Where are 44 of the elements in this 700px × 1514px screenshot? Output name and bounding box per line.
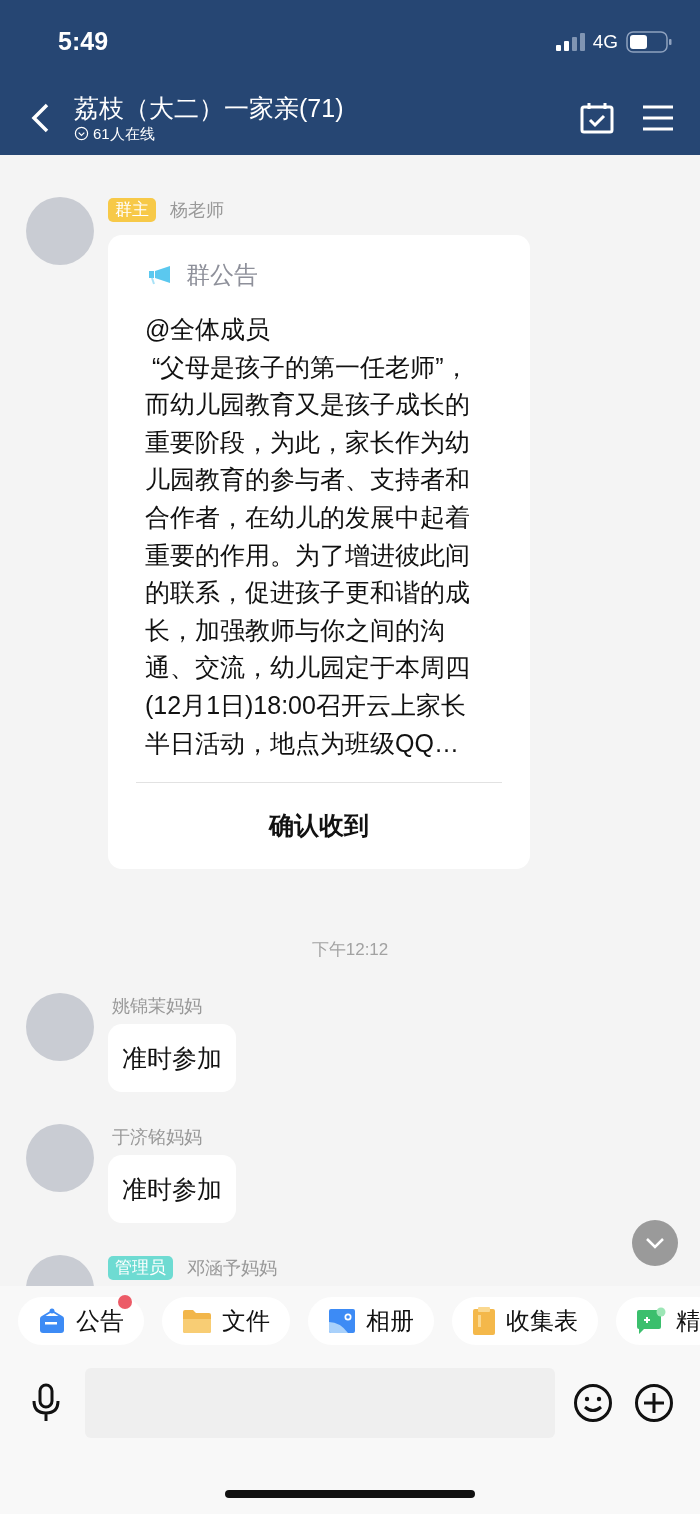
folder-icon bbox=[182, 1308, 212, 1334]
role-tag: 群主 bbox=[108, 198, 156, 222]
message-bubble: 准时参加 bbox=[108, 1023, 236, 1092]
noticeboard-icon bbox=[38, 1307, 66, 1335]
status-time: 5:49 bbox=[58, 26, 109, 58]
shortcut-chip[interactable]: 文件 bbox=[162, 1297, 290, 1345]
role-tag: 管理员 bbox=[108, 1255, 173, 1280]
clipboard-icon bbox=[472, 1306, 496, 1336]
smiley-icon bbox=[573, 1383, 613, 1423]
sparkle-chat-icon bbox=[636, 1307, 666, 1335]
back-icon bbox=[30, 101, 50, 134]
microphone-icon bbox=[30, 1383, 62, 1423]
network-label: 4G bbox=[592, 29, 618, 54]
megaphone-icon bbox=[148, 265, 172, 285]
emoji-button[interactable] bbox=[573, 1383, 613, 1423]
announcement-title: 群公告 bbox=[186, 260, 258, 290]
photo-album-icon bbox=[328, 1308, 356, 1334]
chevron-circle-icon bbox=[74, 126, 89, 141]
voice-button[interactable] bbox=[30, 1383, 62, 1423]
menu-icon bbox=[642, 104, 674, 131]
battery-icon bbox=[626, 31, 672, 53]
sender-name: 杨老师 bbox=[170, 199, 224, 222]
shortcut-chip[interactable]: 公告 bbox=[18, 1297, 144, 1345]
sender-name: 邓涵予妈妈 bbox=[187, 1256, 277, 1280]
announcement-card[interactable]: 群公告 @全体成员 “父母是孩子的第一任老师”，而幼儿园教育又是孩子成长的重要阶段，为此，家长作为幼儿园教育的参与者、支持者和合作者，在幼儿的发展中起着重要的作用。为了增进彼此间的联系，促进孩子更和谐的成长，加强教师与你之间的沟通、交流，幼儿园定于本周四(12月1日)18:00召开云上家长半日活动，地点为班级QQ… 确认收到 bbox=[108, 235, 530, 870]
sender-name: 于济铭妈妈 bbox=[112, 1125, 202, 1149]
online-count: 61人在线 bbox=[93, 123, 155, 144]
shortcut-chip[interactable]: 精 bbox=[616, 1297, 700, 1345]
menu-button[interactable] bbox=[642, 104, 674, 131]
confirm-button[interactable]: 确认收到 bbox=[108, 783, 530, 870]
group-title: 荔枝（大二）一家亲(71) bbox=[74, 92, 345, 124]
timestamp: 下午12:12 bbox=[311, 939, 389, 962]
plus-circle-icon bbox=[634, 1383, 674, 1423]
announcement-text: @全体成员 “父母是孩子的第一任老师”，而幼儿园教育又是孩子成长的重要阶段，为此，家长作为幼儿园教育的参与者、支持者和合作者，在幼儿的发展中起着重要的作用。为了增进彼此间的联系，促进孩子更和谐的成长，加强教师与你之间的沟通、交流，幼儿园定于本周四(12月1日)18:00召开云上家长半日活动，地点为班级QQ… bbox=[145, 314, 471, 759]
calendar-check-button[interactable] bbox=[580, 101, 614, 134]
sender-name: 姚锦茉妈妈 bbox=[112, 994, 202, 1018]
add-button[interactable] bbox=[634, 1383, 674, 1423]
signal-icon bbox=[554, 32, 585, 52]
message-bubble: 准时参加 bbox=[108, 1154, 236, 1223]
calendar-check-icon bbox=[580, 101, 614, 134]
shortcut-chip[interactable]: 收集表 bbox=[452, 1297, 598, 1345]
chevron-down-icon bbox=[645, 1237, 665, 1249]
shortcut-chip[interactable]: 相册 bbox=[308, 1297, 434, 1345]
scroll-down-button[interactable] bbox=[632, 1220, 678, 1266]
